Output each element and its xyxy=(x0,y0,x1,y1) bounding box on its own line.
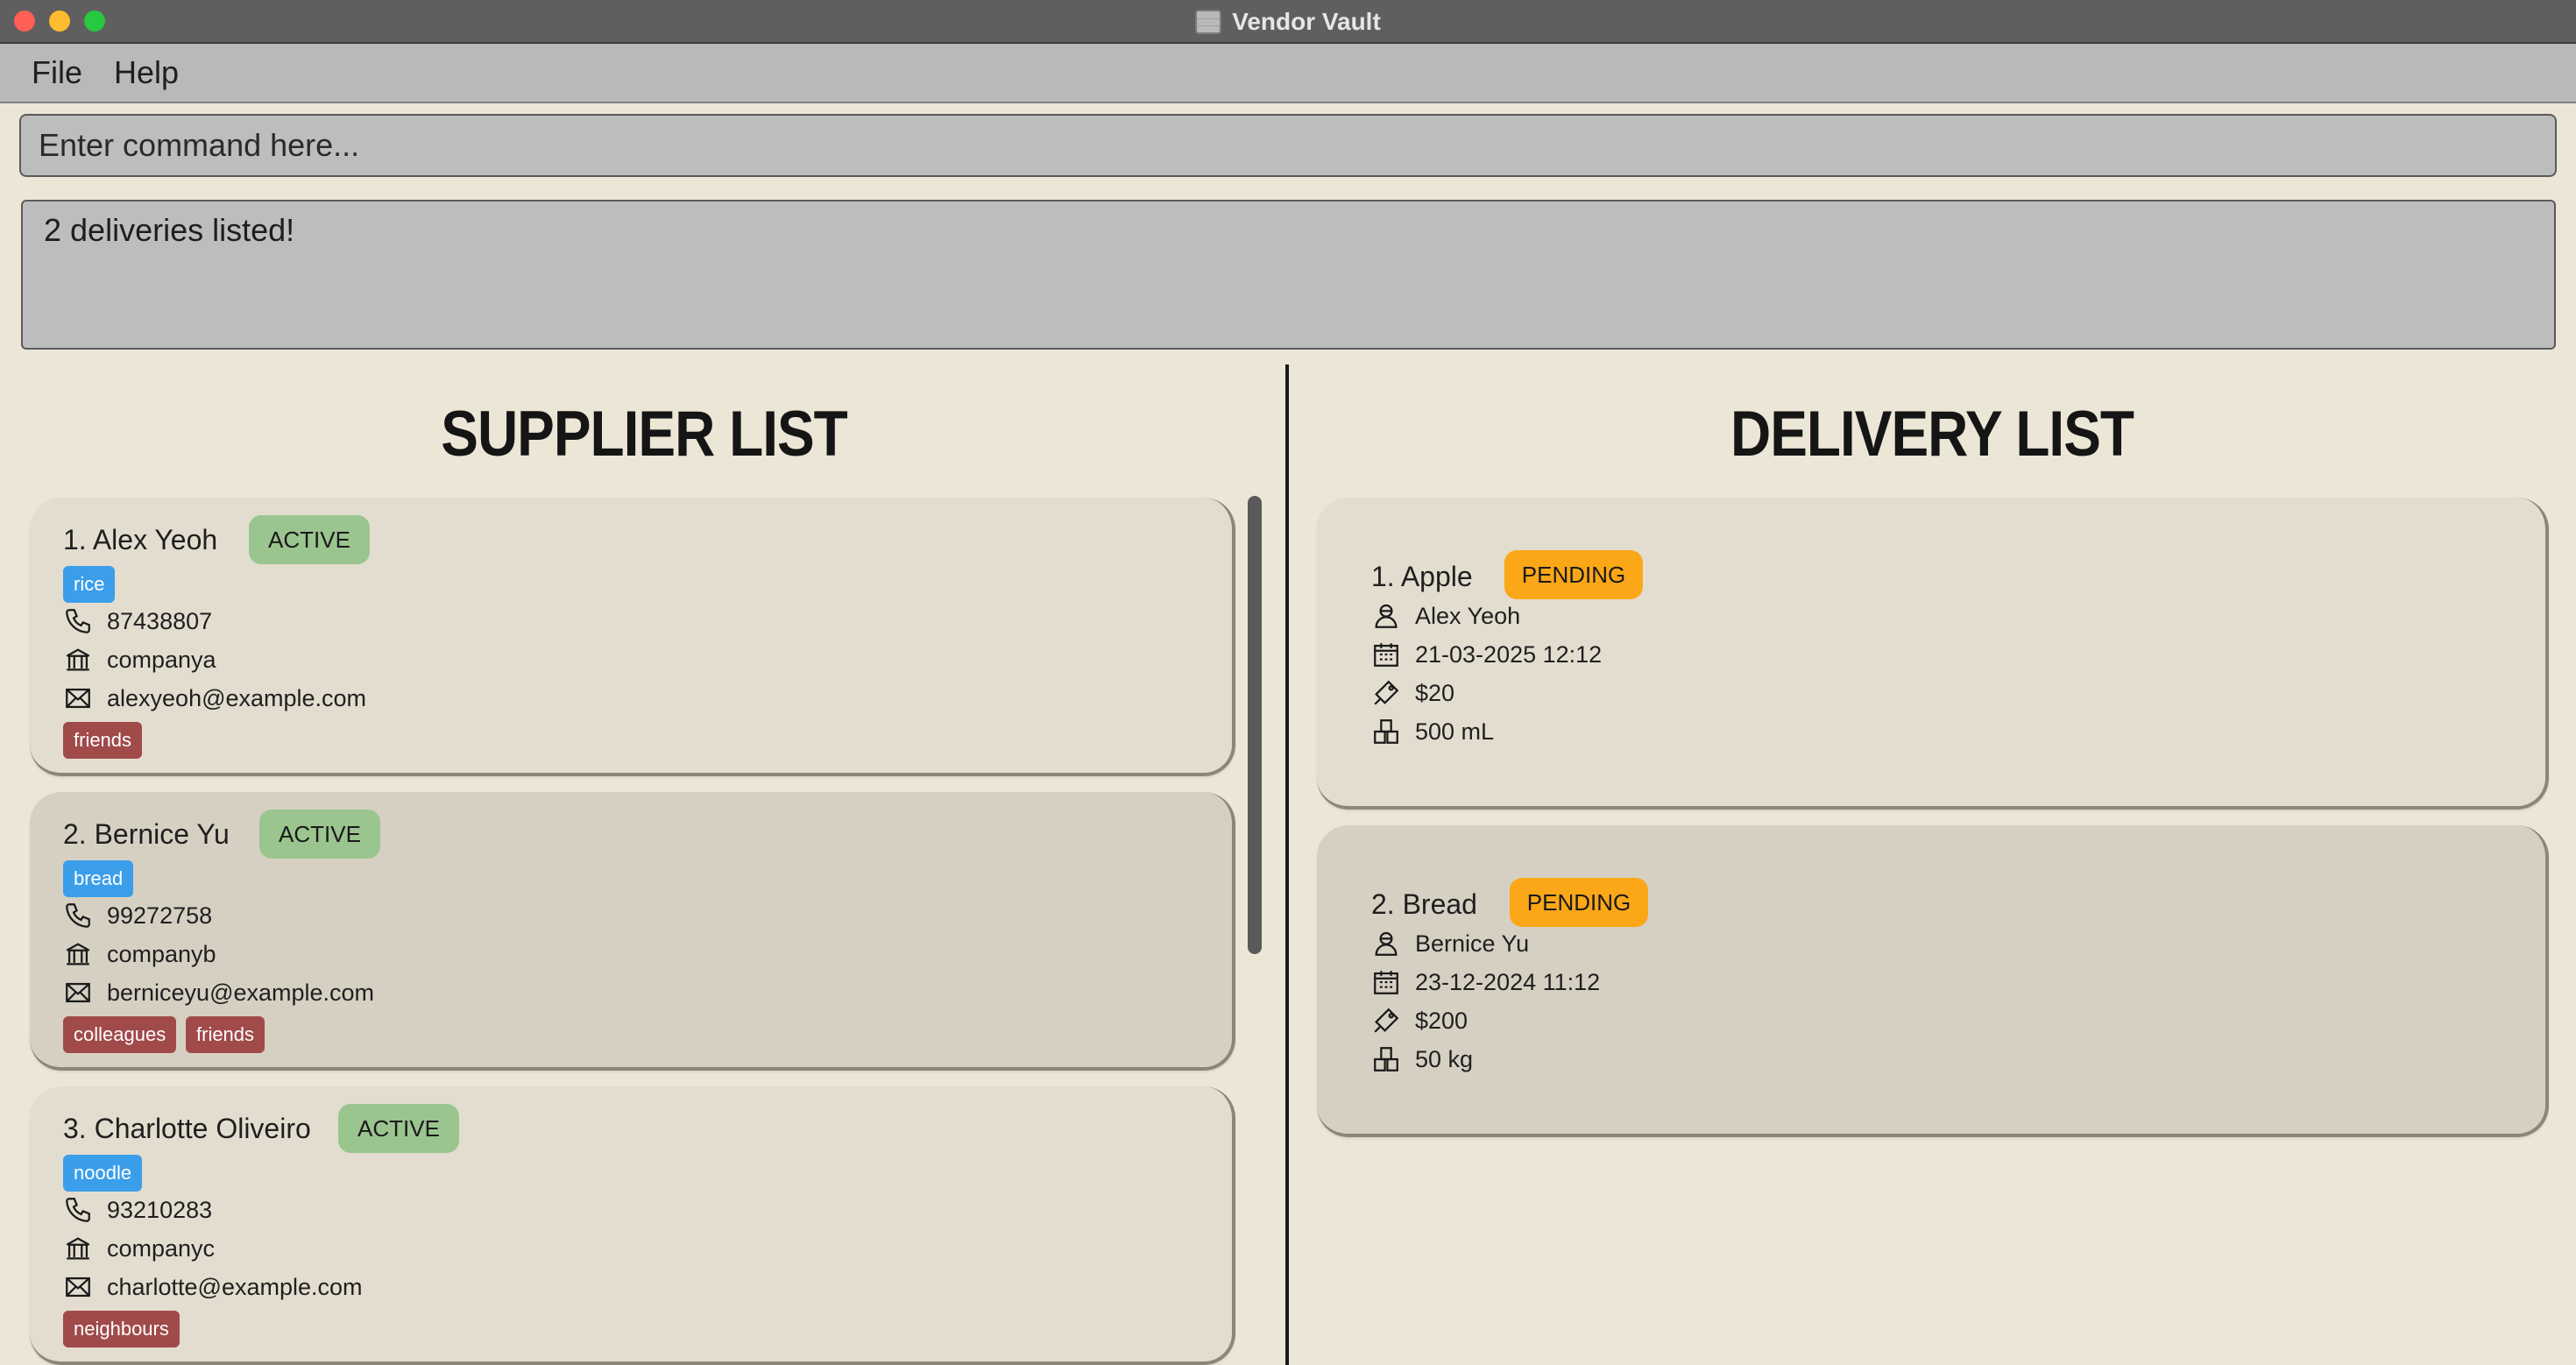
supplier-phone: 93210283 xyxy=(63,1195,212,1225)
delivery-supplier: Bernice Yu xyxy=(1371,929,1529,958)
supplier-company: companyc xyxy=(63,1234,215,1263)
phone-icon xyxy=(66,609,90,633)
supplier-company: companya xyxy=(63,645,216,675)
delivery-name: 2. Bread xyxy=(1371,888,1477,920)
calendar-icon xyxy=(1374,643,1398,667)
status-badge: ACTIVE xyxy=(338,1104,459,1153)
supplier-list-scrollbar[interactable] xyxy=(1248,496,1262,954)
boxes-icon xyxy=(1374,719,1398,744)
window-title-text: Vendor Vault xyxy=(1232,8,1381,35)
building-icon xyxy=(66,648,90,671)
mail-icon xyxy=(66,1277,90,1298)
delivery-date: 21-03-2025 12:12 xyxy=(1371,640,1602,669)
delivery-list-heading: DELIVERY LIST xyxy=(1730,397,2134,470)
product-tag: noodle xyxy=(63,1155,143,1192)
mail-icon xyxy=(66,982,90,1003)
delivery-quantity: 500 mL xyxy=(1371,717,1494,746)
supplier-email: charlotte@example.com xyxy=(63,1272,363,1302)
command-input[interactable] xyxy=(19,114,2557,177)
supplier-card[interactable]: 1. Alex Yeoh ACTIVE rice 87438807 compan… xyxy=(30,498,1235,776)
product-tag: bread xyxy=(63,860,134,897)
delivery-supplier: Alex Yeoh xyxy=(1371,601,1520,631)
window-title: Vendor Vault xyxy=(0,0,2576,44)
boxes-icon xyxy=(1374,1047,1398,1071)
status-badge: ACTIVE xyxy=(259,810,380,859)
delivery-cost: $20 xyxy=(1371,678,1454,708)
supplier-name: 3. Charlotte Oliveiro xyxy=(63,1113,311,1144)
result-display: 2 deliveries listed! xyxy=(21,200,2556,350)
supplier-email: berniceyu@example.com xyxy=(63,978,374,1008)
delivery-name: 1. Apple xyxy=(1371,561,1473,592)
product-tag: rice xyxy=(63,566,116,603)
supplier-card[interactable]: 3. Charlotte Oliveiro ACTIVE noodle 9321… xyxy=(30,1086,1235,1365)
person-icon xyxy=(1375,931,1398,956)
panel-divider[interactable] xyxy=(1285,364,1289,1365)
person-icon xyxy=(1375,604,1398,628)
price-tag-icon xyxy=(1374,1008,1399,1033)
delivery-quantity: 50 kg xyxy=(1371,1044,1473,1074)
building-icon xyxy=(66,1237,90,1260)
supplier-list-heading: SUPPLIER LIST xyxy=(441,397,848,470)
supplier-email: alexyeoh@example.com xyxy=(63,683,366,713)
tag-chip: neighbours xyxy=(63,1311,180,1347)
tag-chip: friends xyxy=(186,1016,265,1053)
status-badge: PENDING xyxy=(1510,878,1648,927)
supplier-company: companyb xyxy=(63,939,216,969)
building-icon xyxy=(66,943,90,965)
menu-file[interactable]: File xyxy=(32,54,82,91)
supplier-phone: 87438807 xyxy=(63,606,212,636)
supplier-phone: 99272758 xyxy=(63,901,212,930)
delivery-card[interactable]: 2. Bread PENDING Bernice Yu 23-12-2024 1… xyxy=(1317,825,2549,1137)
supplier-name: 1. Alex Yeoh xyxy=(63,524,218,555)
mail-icon xyxy=(66,688,90,709)
result-message: 2 deliveries listed! xyxy=(44,212,295,248)
status-badge: PENDING xyxy=(1504,550,1643,599)
delivery-date: 23-12-2024 11:12 xyxy=(1371,967,1600,997)
tag-chip: friends xyxy=(63,722,143,759)
price-tag-icon xyxy=(1374,680,1399,705)
phone-icon xyxy=(66,1198,90,1222)
delivery-cost: $200 xyxy=(1371,1006,1468,1036)
delivery-card[interactable]: 1. Apple PENDING Alex Yeoh 21-03-2025 12… xyxy=(1317,498,2549,810)
title-bar: Vendor Vault xyxy=(0,0,2576,44)
supplier-name: 2. Bernice Yu xyxy=(63,818,230,850)
tag-chip: colleagues xyxy=(63,1016,177,1053)
menu-bar: File Help xyxy=(0,44,2576,103)
app-icon xyxy=(1195,10,1222,34)
menu-help[interactable]: Help xyxy=(114,54,179,91)
calendar-icon xyxy=(1374,971,1398,994)
supplier-card[interactable]: 2. Bernice Yu ACTIVE bread 99272758 comp… xyxy=(30,792,1235,1071)
status-badge: ACTIVE xyxy=(249,515,370,564)
phone-icon xyxy=(66,903,90,928)
